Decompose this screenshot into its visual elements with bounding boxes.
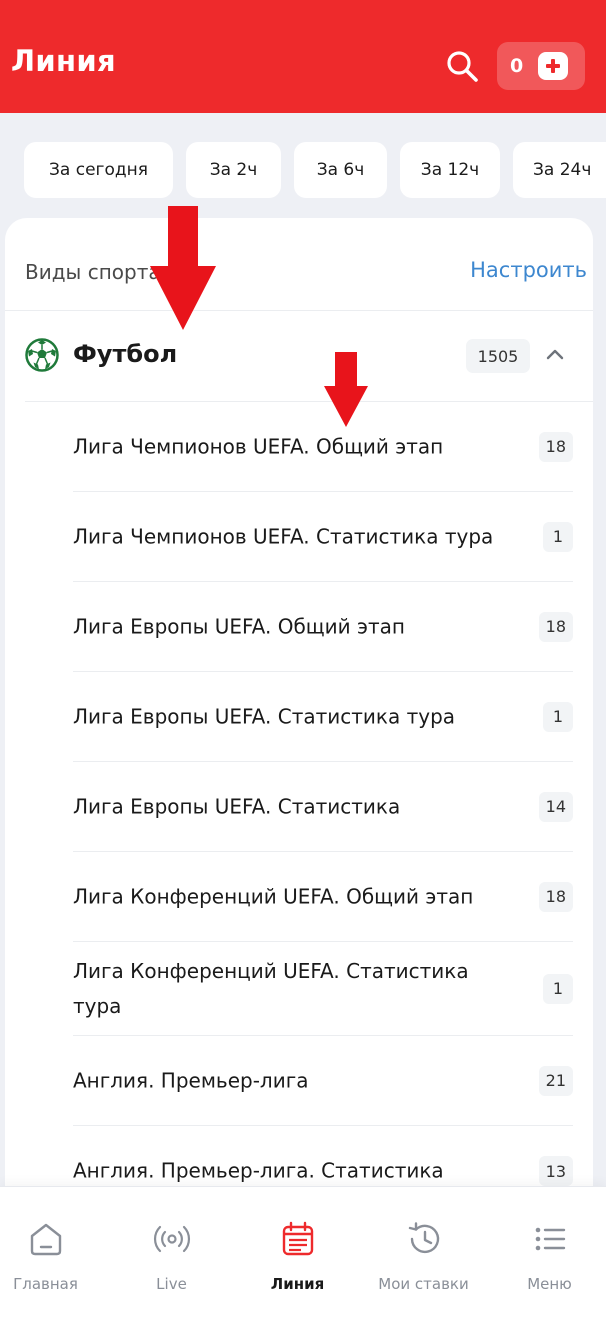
menu-list-icon (535, 1227, 565, 1251)
league-count-badge: 14 (538, 791, 573, 822)
league-list: Лига Чемпионов UEFA. Общий этап 18 Лига … (73, 402, 573, 1216)
league-count-badge: 1 (543, 701, 573, 732)
filter-2h[interactable]: За 2ч (186, 142, 281, 198)
bet-slip-button[interactable]: 0 (497, 42, 585, 90)
league-count-badge: 1 (543, 521, 573, 552)
top-bar: Линия 0 (0, 0, 606, 113)
configure-link[interactable]: Настроить (470, 258, 587, 282)
league-name: Лига Конференций UEFA. Статистика тура (73, 958, 469, 1018)
sport-count-badge: 1505 (466, 339, 530, 373)
league-count-badge: 18 (538, 431, 573, 462)
time-filter-bar: За сегодня За 2ч За 6ч За 12ч За 24ч (0, 142, 606, 198)
league-name: Лига Чемпионов UEFA. Общий этап (73, 434, 444, 458)
bet-slip-count: 0 (510, 55, 524, 77)
league-name: Лига Европы UEFA. Статистика тура (73, 704, 456, 728)
tab-label: Мои ставки (378, 1275, 469, 1293)
league-name: Лига Конференций UEFA. Общий этап (73, 884, 474, 908)
league-row[interactable]: Лига Европы UEFA. Статистика 14 (73, 762, 573, 852)
search-icon[interactable] (444, 49, 480, 85)
league-name: Англия. Премьер-лига (73, 1068, 309, 1092)
tab-home[interactable]: Главная (0, 1187, 106, 1324)
league-row[interactable]: Лига Конференций UEFA. Общий этап 18 (73, 852, 573, 942)
tab-label: Live (156, 1275, 187, 1293)
sport-row-football[interactable]: Футбол 1505 (5, 311, 593, 401)
annotation-arrow-small (324, 352, 368, 427)
league-row[interactable]: Лига Европы UEFA. Статистика тура 1 (73, 672, 573, 762)
league-name: Лига Чемпионов UEFA. Статистика тура (73, 524, 494, 548)
league-count-badge: 18 (538, 881, 573, 912)
tab-line[interactable]: Линия (237, 1187, 358, 1324)
filter-today[interactable]: За сегодня (24, 142, 173, 198)
tab-label: Главная (13, 1275, 78, 1293)
tab-label: Меню (527, 1275, 572, 1293)
league-count-badge: 1 (543, 973, 573, 1004)
plus-icon (538, 52, 568, 80)
league-count-badge: 13 (538, 1156, 573, 1186)
page-title: Линия (11, 44, 116, 78)
league-count-badge: 21 (538, 1065, 573, 1096)
league-count-badge: 18 (538, 611, 573, 642)
tab-live[interactable]: Live (111, 1187, 232, 1324)
annotation-arrow-large (150, 206, 216, 330)
league-row[interactable]: Лига Чемпионов UEFA. Общий этап 18 (73, 402, 573, 492)
sports-section-label: Виды спорта (25, 260, 161, 284)
tab-my-bets[interactable]: Мои ставки (363, 1187, 484, 1324)
history-icon (408, 1222, 439, 1254)
tab-label: Линия (270, 1275, 325, 1293)
sport-name: Футбол (73, 340, 178, 368)
league-row[interactable]: Англия. Премьер-лига 21 (73, 1036, 573, 1126)
bottom-tab-bar: Главная Live Линия Мои ставки Меню (0, 1186, 606, 1324)
league-row[interactable]: Лига Европы UEFA. Общий этап 18 (73, 582, 573, 672)
chevron-up-icon[interactable] (543, 342, 567, 366)
league-name: Лига Европы UEFA. Общий этап (73, 614, 405, 638)
soccer-ball-icon (25, 338, 59, 372)
live-broadcast-icon (153, 1225, 190, 1253)
sports-list-card: Виды спорта Настроить Футбол 1505 Лига Ч… (5, 218, 593, 1218)
league-name: Англия. Премьер-лига. Статистика (73, 1158, 444, 1183)
filter-6h[interactable]: За 6ч (294, 142, 387, 198)
league-row[interactable]: Лига Конференций UEFA. Статистика тура 1 (73, 942, 573, 1036)
home-icon (30, 1223, 61, 1256)
filter-12h[interactable]: За 12ч (400, 142, 500, 198)
calendar-icon (282, 1221, 313, 1256)
league-row[interactable]: Лига Чемпионов UEFA. Статистика тура 1 (73, 492, 573, 582)
filter-24h[interactable]: За 24ч (513, 142, 606, 198)
league-name: Лига Европы UEFA. Статистика (73, 794, 401, 818)
tab-menu[interactable]: Меню (489, 1187, 606, 1324)
